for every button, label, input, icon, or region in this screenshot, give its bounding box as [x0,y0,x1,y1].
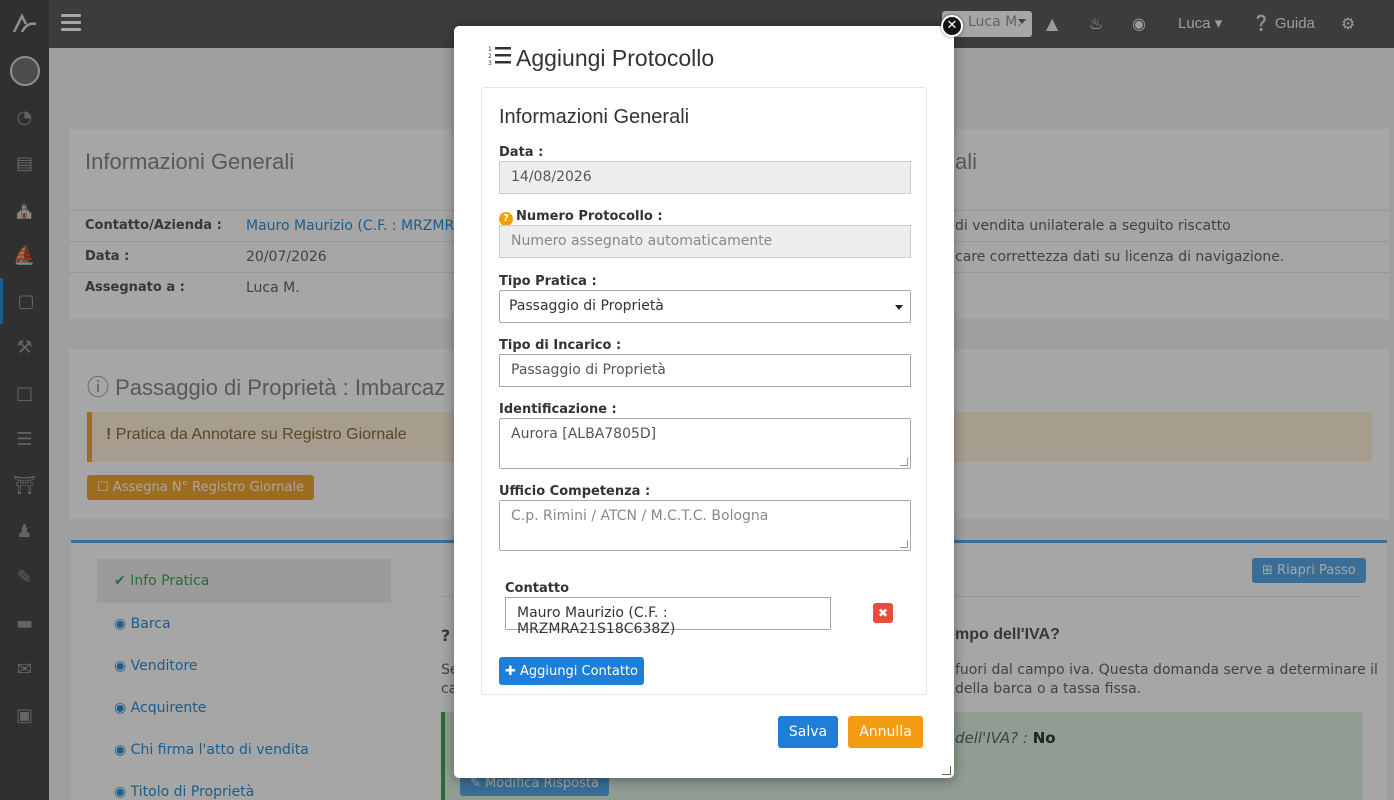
office-textarea[interactable]: C.p. Rimini / ATCN / M.C.T.C. Bologna [499,500,911,551]
chevron-down-icon [895,305,903,310]
panel-title: Informazioni Generali [499,106,690,128]
save-button[interactable]: Salva [778,716,838,748]
practice-type-label: Tipo Pratica : [499,274,597,289]
identification-textarea[interactable]: Aurora [ALBA7805D] [499,418,911,469]
svg-text:1: 1 [488,46,492,53]
modal-title: 123 Aggiungi Protocollo [488,44,714,72]
general-info-panel: Informazioni Generali Data : 14/08/2026 … [481,87,927,695]
identification-value: Aurora [ALBA7805D] [511,426,657,442]
resize-grip-icon[interactable] [900,540,908,548]
modal-resize-icon[interactable] [942,766,951,775]
modal-title-text: Aggiungi Protocollo [516,44,715,71]
add-contact-label: Aggiungi Contatto [520,663,638,679]
cancel-button[interactable]: Annulla [848,716,923,748]
svg-text:3: 3 [488,60,492,66]
contact-label: Contatto [505,581,570,596]
help-circle-icon[interactable]: ? [499,212,513,226]
assignment-type-label: Tipo di Incarico : [499,338,622,353]
add-contact-button[interactable]: ✚ Aggiungi Contatto [499,657,644,685]
identification-label: Identificazione : [499,402,617,417]
contact-field[interactable]: Mauro Maurizio (C.F. : MRZMRA21S18C638Z) [505,597,831,637]
date-field[interactable]: 14/08/2026 [499,161,911,194]
numbered-list-icon: 123 [488,44,512,72]
protocol-number-label: ? Numero Protocollo : [499,209,663,226]
assignment-type-field[interactable]: Passaggio di Proprietà [499,354,911,387]
remove-contact-icon[interactable]: ✖ [873,603,893,623]
protocol-number-label-text: Numero Protocollo : [516,209,663,224]
date-field-label: Data : [499,145,544,160]
close-icon[interactable]: ✕ [941,15,963,37]
svg-text:2: 2 [488,53,492,60]
practice-type-value: Passaggio di Proprietà [509,298,664,314]
resize-grip-icon[interactable] [900,458,908,466]
practice-type-select[interactable]: Passaggio di Proprietà [499,290,911,323]
protocol-number-field[interactable]: Numero assegnato automaticamente [499,225,911,258]
office-placeholder: C.p. Rimini / ATCN / M.C.T.C. Bologna [511,508,769,524]
office-label: Ufficio Competenza : [499,484,651,499]
add-protocol-modal: 123 Aggiungi Protocollo Informazioni Gen… [454,26,954,778]
